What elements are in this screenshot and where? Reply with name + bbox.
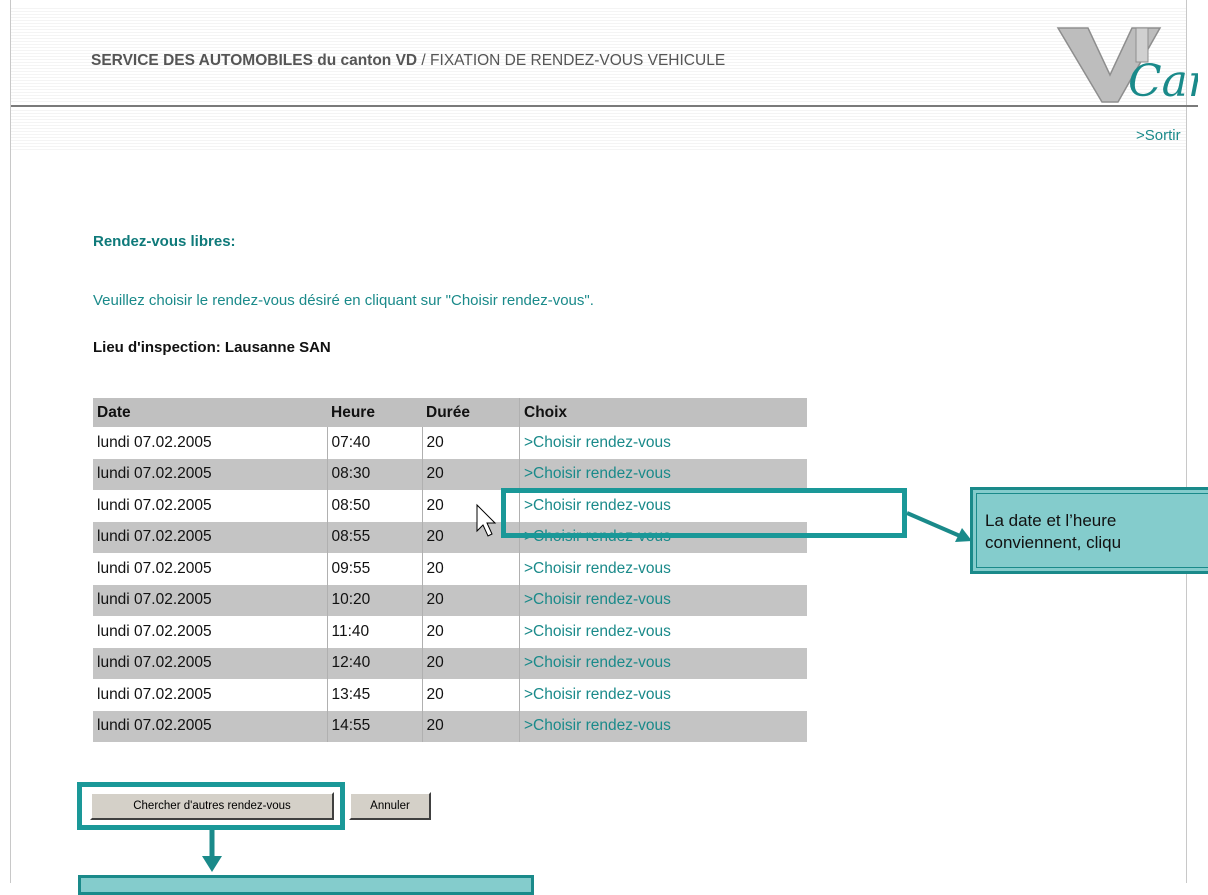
cell-date: lundi 07.02.2005	[93, 616, 327, 648]
cell-duree: 20	[421, 710, 520, 742]
highlight-choose-link	[501, 488, 907, 538]
appointments-table: Date Heure Durée Choix lundi 07.02.2005 0…	[93, 398, 807, 742]
cell-date: lundi 07.02.2005	[93, 521, 327, 553]
cell-date: lundi 07.02.2005	[93, 584, 327, 616]
cell-duree: 20	[421, 553, 520, 585]
subheader-band	[11, 110, 1186, 152]
cell-duree: 20	[421, 616, 520, 648]
cell-heure: 13:45	[326, 679, 422, 711]
cell-date: lundi 07.02.2005	[93, 553, 327, 585]
choose-appointment-link[interactable]: >Choisir rendez-vous	[524, 654, 671, 671]
table-row: lundi 07.02.2005 14:55 20 >Choisir rendez-v…	[93, 710, 807, 742]
cell-heure: 08:50	[326, 490, 422, 522]
table-row: lundi 07.02.2005 07:40 20 >Choisir rendez-v…	[93, 427, 807, 459]
cell-heure: 12:40	[326, 647, 422, 679]
table-row: lundi 07.02.2005 08:30 20 >Choisir rendez-v…	[93, 458, 807, 490]
cell-duree: 20	[421, 679, 520, 711]
table-row: lundi 07.02.2005 10:20 20 >Choisir rendez-v…	[93, 584, 807, 616]
header-choix: Choix	[519, 398, 807, 427]
table-row: lundi 07.02.2005 12:40 20 >Choisir rendez-v…	[93, 647, 807, 679]
cell-duree: 20	[421, 647, 520, 679]
service-subtitle: / FIXATION DE RENDEZ-VOUS VEHICULE	[417, 52, 726, 69]
choose-appointment-link[interactable]: >Choisir rendez-vous	[524, 717, 671, 734]
choose-appointment-link[interactable]: >Choisir rendez-vous	[524, 591, 671, 608]
cell-heure: 10:20	[326, 584, 422, 616]
header-duree: Durée	[422, 398, 520, 427]
cancel-button[interactable]: Annuler	[349, 792, 431, 820]
header-date: Date	[93, 398, 327, 427]
cell-heure: 08:55	[326, 521, 422, 553]
service-name: SERVICE DES AUTOMOBILES du canton VD	[91, 52, 418, 69]
cell-heure: 07:40	[326, 427, 422, 459]
cell-choix: >Choisir rendez-vous	[519, 458, 807, 490]
cell-date: lundi 07.02.2005	[93, 427, 327, 459]
viacar-logo: Car	[1056, 27, 1198, 106]
table-body: lundi 07.02.2005 07:40 20 >Choisir rendez-v…	[93, 427, 807, 742]
cell-duree: 20	[421, 584, 520, 616]
cell-choix: >Choisir rendez-vous	[519, 553, 807, 585]
cell-choix: >Choisir rendez-vous	[519, 710, 807, 742]
table-header-row: Date Heure Durée Choix	[93, 398, 807, 427]
exit-link[interactable]: >Sortir	[1136, 127, 1181, 144]
choose-appointment-link[interactable]: >Choisir rendez-vous	[524, 686, 671, 703]
cell-date: lundi 07.02.2005	[93, 490, 327, 522]
choose-appointment-link[interactable]: >Choisir rendez-vous	[524, 623, 671, 640]
cell-choix: >Choisir rendez-vous	[519, 679, 807, 711]
table-row: lundi 07.02.2005 11:40 20 >Choisir rendez-v…	[93, 616, 807, 648]
section-title: Rendez-vous libres:	[93, 233, 236, 250]
cell-choix: >Choisir rendez-vous	[519, 647, 807, 679]
choose-appointment-link[interactable]: >Choisir rendez-vous	[524, 465, 671, 482]
arrowhead-down	[202, 856, 222, 872]
callout-box: La date et l’heure conviennent, cliqu	[970, 487, 1208, 574]
inspection-location: Lieu d'inspection: Lausanne SAN	[93, 339, 331, 356]
callout-box-bottom	[78, 875, 534, 895]
cell-choix: >Choisir rendez-vous	[519, 616, 807, 648]
cell-heure: 11:40	[326, 616, 422, 648]
table-row: lundi 07.02.2005 13:45 20 >Choisir rendez-v…	[93, 679, 807, 711]
cell-date: lundi 07.02.2005	[93, 710, 327, 742]
cell-heure: 08:30	[326, 458, 422, 490]
cell-heure: 14:55	[326, 710, 422, 742]
choose-appointment-link[interactable]: >Choisir rendez-vous	[524, 560, 671, 577]
header-divider	[11, 105, 1198, 107]
right-border	[1186, 0, 1187, 883]
cell-date: lundi 07.02.2005	[93, 458, 327, 490]
table-row: lundi 07.02.2005 09:55 20 >Choisir rendez-v…	[93, 553, 807, 585]
instruction-text: Veuillez choisir le rendez-vous désiré e…	[93, 292, 594, 309]
logo-text: Car	[1128, 56, 1198, 106]
cell-heure: 09:55	[326, 553, 422, 585]
callout-line-2: conviennent, cliqu	[985, 533, 1122, 552]
cell-date: lundi 07.02.2005	[93, 679, 327, 711]
callout-line-1: La date et l’heure	[985, 511, 1117, 530]
cell-choix: >Choisir rendez-vous	[519, 584, 807, 616]
header-heure: Heure	[327, 398, 422, 427]
cell-duree: 20	[421, 427, 520, 459]
highlight-search-button	[77, 782, 345, 830]
page-header-title: SERVICE DES AUTOMOBILES du canton VD / F…	[91, 52, 725, 70]
cell-date: lundi 07.02.2005	[93, 647, 327, 679]
cell-duree: 20	[421, 458, 520, 490]
cell-choix: >Choisir rendez-vous	[519, 427, 807, 459]
choose-appointment-link[interactable]: >Choisir rendez-vous	[524, 434, 671, 451]
